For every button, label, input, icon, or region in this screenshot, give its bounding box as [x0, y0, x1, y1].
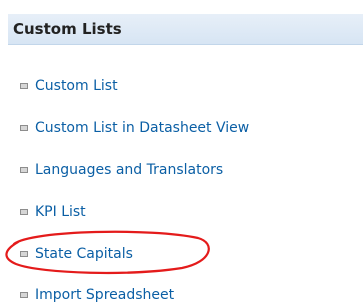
list-item-kpi-list[interactable]: KPI List [20, 201, 86, 223]
list-item-custom-list-datasheet[interactable]: Custom List in Datasheet View [20, 117, 249, 139]
list-item-link[interactable]: Custom List in Datasheet View [35, 120, 249, 136]
square-bullet-icon [20, 125, 28, 131]
list-item-link[interactable]: KPI List [35, 204, 86, 220]
list-item-link[interactable]: Languages and Translators [35, 162, 223, 178]
list-item-link[interactable]: Custom List [35, 78, 118, 94]
highlight-ellipse-annotation [5, 230, 210, 275]
list-item-link[interactable]: Import Spreadsheet [35, 287, 174, 303]
square-bullet-icon [20, 209, 28, 215]
square-bullet-icon [20, 83, 28, 89]
section-title: Custom Lists [13, 20, 122, 38]
section-header: Custom Lists [8, 14, 363, 45]
list-item-languages-translators[interactable]: Languages and Translators [20, 159, 223, 181]
list-item-import-spreadsheet[interactable]: Import Spreadsheet [20, 284, 174, 306]
square-bullet-icon [20, 167, 28, 173]
square-bullet-icon [20, 292, 28, 298]
list-item-custom-list[interactable]: Custom List [20, 75, 118, 97]
custom-lists-panel: Custom Lists Custom List Custom List in … [0, 0, 363, 308]
